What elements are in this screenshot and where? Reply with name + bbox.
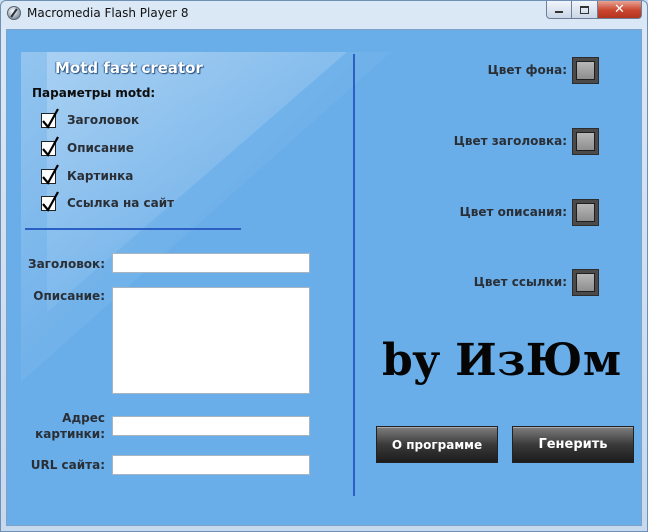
- checkbox-label: Описание: [67, 141, 134, 155]
- description-textarea[interactable]: [112, 287, 310, 394]
- checkbox-checked-icon[interactable]: [41, 190, 59, 212]
- about-button[interactable]: О программе: [376, 426, 498, 463]
- checkbox-description[interactable]: Описание: [41, 135, 134, 158]
- minimize-icon: [555, 11, 563, 13]
- checkbox-checked-icon[interactable]: [41, 107, 59, 129]
- maximize-button[interactable]: [572, 1, 598, 19]
- title-color-picker[interactable]: [572, 128, 599, 155]
- title-field-label: Заголовок:: [28, 257, 105, 271]
- color-swatch-icon: [576, 203, 595, 222]
- checkbox-image[interactable]: Картинка: [41, 163, 134, 186]
- app-title: Motd fast creator: [55, 59, 203, 77]
- title-input[interactable]: [112, 253, 310, 273]
- flash-player-icon: [7, 6, 21, 20]
- bg-color-picker[interactable]: [572, 57, 599, 84]
- checkbox-label: Ссылка на сайт: [67, 196, 175, 210]
- image-address-label: Адрес картинки:: [35, 411, 105, 441]
- window-title: Macromedia Flash Player 8: [27, 6, 189, 20]
- params-heading: Параметры motd:: [32, 86, 156, 100]
- site-url-label: URL сайта:: [30, 458, 105, 472]
- color-swatch-icon: [576, 132, 595, 151]
- image-address-input[interactable]: [112, 416, 310, 436]
- description-color-picker[interactable]: [572, 199, 599, 226]
- checkbox-title[interactable]: Заголовок: [41, 107, 140, 130]
- window-controls: ✕: [546, 1, 642, 19]
- description-color-label: Цвет описания:: [459, 205, 567, 219]
- checkbox-checked-icon[interactable]: [41, 135, 59, 157]
- checkbox-checked-icon[interactable]: [41, 163, 59, 185]
- close-icon: ✕: [614, 2, 625, 17]
- link-color-picker[interactable]: [572, 269, 599, 296]
- checkbox-site-link[interactable]: Ссылка на сайт: [41, 190, 175, 213]
- description-field-label: Описание:: [33, 289, 105, 303]
- generate-button[interactable]: Генерить: [512, 426, 634, 463]
- section-divider: [25, 228, 241, 230]
- minimize-button[interactable]: [546, 1, 572, 19]
- color-swatch-icon: [576, 61, 595, 80]
- column-divider: [353, 54, 355, 496]
- checkbox-label: Заголовок: [67, 113, 140, 127]
- title-color-label: Цвет заголовка:: [453, 134, 567, 148]
- site-url-input[interactable]: [112, 455, 310, 475]
- title-bar[interactable]: Macromedia Flash Player 8 ✕: [1, 1, 647, 27]
- color-swatch-icon: [576, 273, 595, 292]
- flash-stage: Motd fast creator Параметры motd: Заголо…: [6, 29, 642, 526]
- app-window: Macromedia Flash Player 8 ✕ Motd fast cr…: [0, 0, 648, 532]
- bg-color-label: Цвет фона:: [487, 63, 567, 77]
- close-button[interactable]: ✕: [598, 1, 642, 19]
- author-byline: by ИзЮм: [382, 335, 622, 386]
- maximize-icon: [580, 5, 589, 14]
- link-color-label: Цвет ссылки:: [473, 275, 567, 289]
- checkbox-label: Картинка: [67, 169, 134, 183]
